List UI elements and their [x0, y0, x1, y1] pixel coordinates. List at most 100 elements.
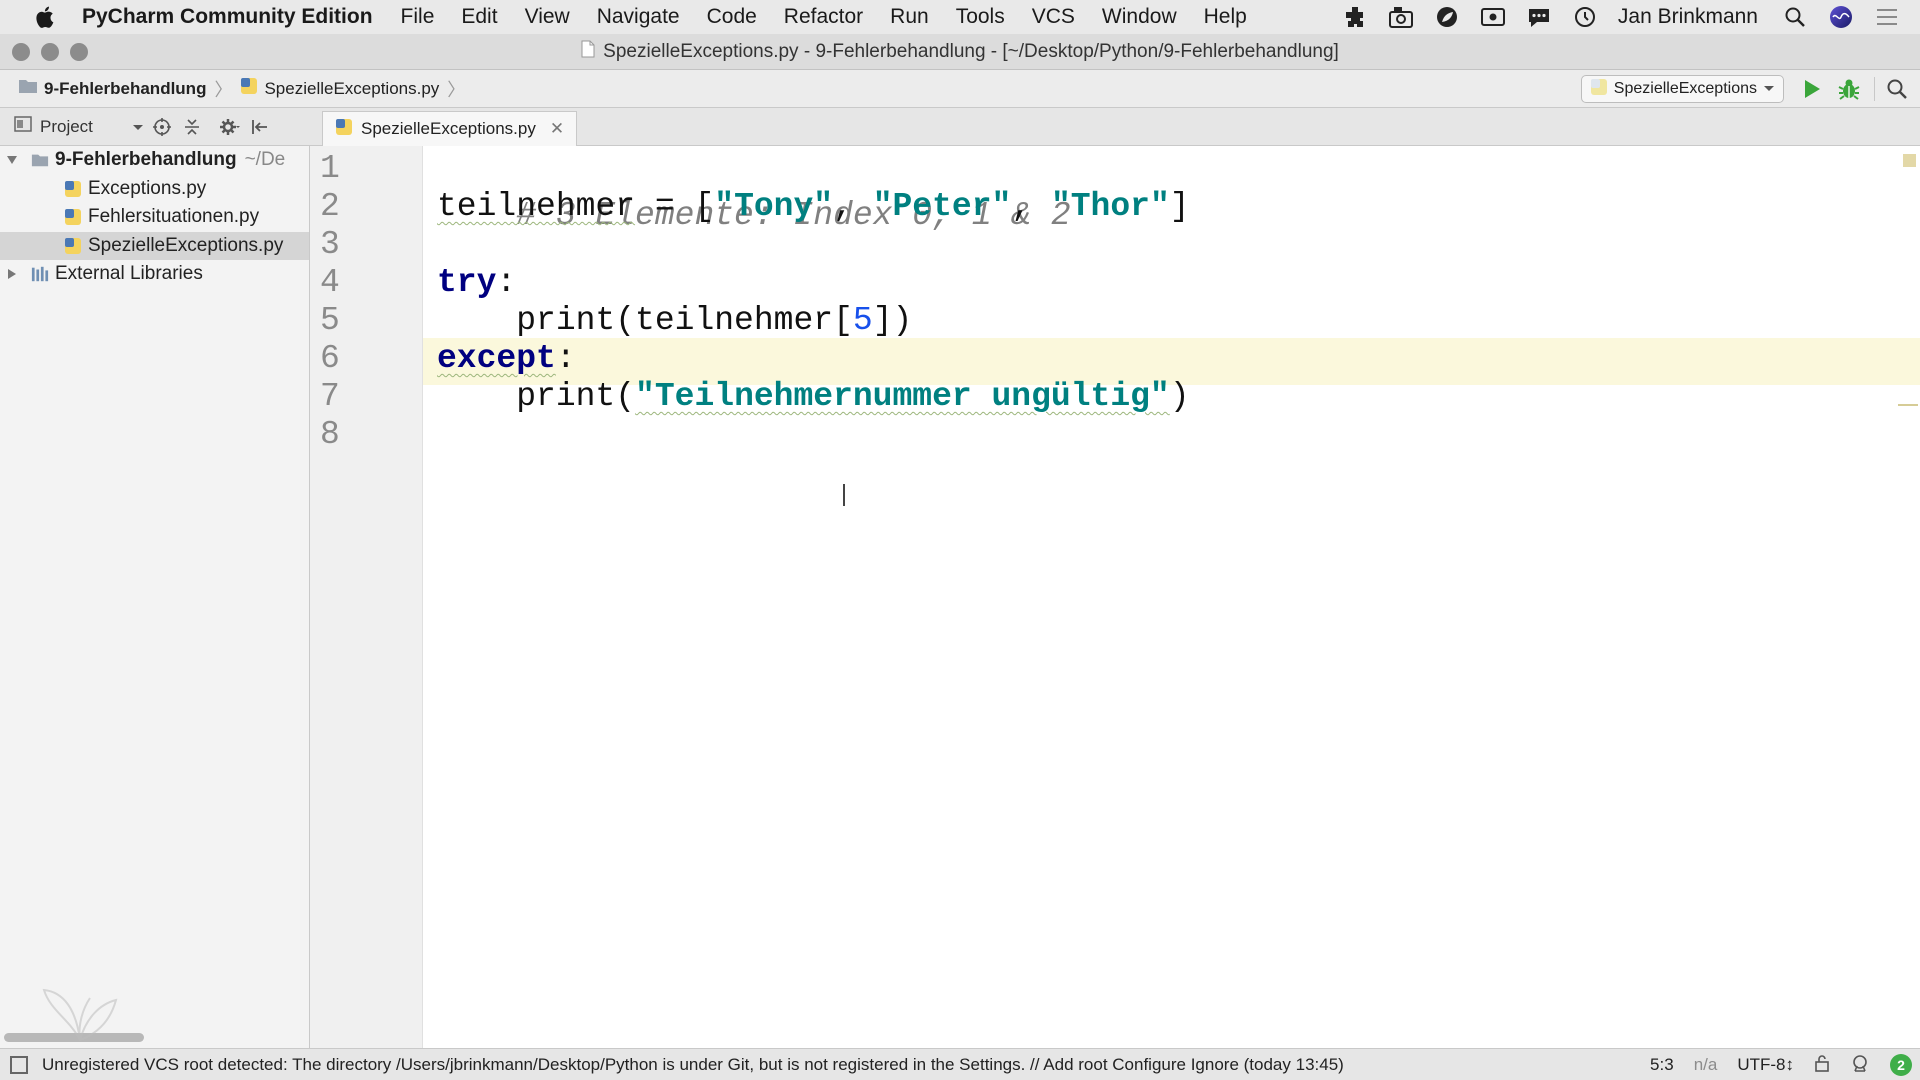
- menu-refactor[interactable]: Refactor: [784, 5, 863, 29]
- python-file-icon: [240, 77, 258, 100]
- run-configuration-selector[interactable]: SpezielleExceptions: [1580, 75, 1784, 103]
- error-stripe-mark[interactable]: [1898, 404, 1918, 406]
- code-punct: ): [1169, 378, 1190, 415]
- butterfly-watermark-icon: [40, 980, 120, 1049]
- menu-edit[interactable]: Edit: [461, 5, 497, 29]
- inspection-status-marker[interactable]: [1903, 154, 1916, 167]
- tree-file-label: Fehlersituationen.py: [88, 206, 260, 228]
- code-keyword: except: [437, 340, 556, 377]
- file-encoding[interactable]: UTF-8↕: [1737, 1055, 1794, 1075]
- code-punct: ,: [1011, 188, 1051, 225]
- menu-vcs[interactable]: VCS: [1032, 5, 1075, 29]
- code-string: "Tony": [714, 188, 834, 225]
- code-call: print(: [437, 378, 636, 415]
- editor-tab-active[interactable]: SpezielleExceptions.py ✕: [322, 111, 578, 146]
- code-keyword: try: [437, 264, 497, 301]
- tree-file-label: SpezielleExceptions.py: [88, 234, 284, 256]
- menu-code[interactable]: Code: [707, 5, 757, 29]
- navigation-bar: 9-Fehlerbehandlung 〉 SpezielleExceptions…: [0, 70, 1920, 108]
- tree-root-label: 9-Fehlerbehandlung: [55, 149, 237, 171]
- python-file-icon: [64, 180, 82, 198]
- collapse-all-icon[interactable]: [180, 115, 204, 139]
- leaf-icon[interactable]: [1434, 4, 1460, 30]
- project-view-icon: [14, 116, 32, 137]
- time-machine-icon[interactable]: [1572, 4, 1598, 30]
- code-string: "Teilnehmernummer ungültig": [635, 378, 1170, 415]
- code-punct: :: [555, 340, 576, 377]
- screen-record-icon[interactable]: [1480, 4, 1506, 30]
- python-file-icon: [64, 208, 82, 226]
- code-identifier: teilnehmer: [437, 188, 636, 225]
- notification-list-icon[interactable]: [1874, 4, 1900, 30]
- inspector-icon[interactable]: [1850, 1053, 1870, 1078]
- run-button[interactable]: [1798, 75, 1826, 103]
- python-file-icon: [335, 118, 353, 141]
- code-operator: = [: [635, 188, 715, 225]
- folder-icon: [31, 151, 49, 169]
- chevron-down-icon: [1763, 80, 1775, 98]
- menu-file[interactable]: File: [401, 5, 435, 29]
- tree-item-external-libraries[interactable]: External Libraries: [0, 260, 309, 289]
- code-editor[interactable]: 1 2 3 4 5 6 7 8 # 3 Elemente: Index 0, 1…: [310, 146, 1920, 1048]
- tool-windows-toggle-icon[interactable]: [10, 1055, 28, 1074]
- window-title-bar: SpezielleExceptions.py - 9-Fehlerbehandl…: [0, 34, 1920, 70]
- code-call: print(teilnehmer[: [437, 302, 853, 339]
- siri-icon[interactable]: [1828, 4, 1854, 30]
- tree-item-file[interactable]: Exceptions.py: [0, 175, 309, 204]
- search-everywhere-button[interactable]: [1883, 75, 1911, 103]
- python-run-config-icon: [1590, 78, 1608, 101]
- library-icon: [31, 265, 49, 283]
- apple-icon[interactable]: [26, 5, 66, 29]
- tree-root-path: ~/De: [244, 149, 286, 171]
- expanded-arrow-icon[interactable]: [5, 155, 19, 165]
- tree-item-file[interactable]: Fehlersituationen.py: [0, 203, 309, 232]
- menu-view[interactable]: View: [525, 5, 570, 29]
- code-punct: ]): [872, 302, 913, 339]
- window-zoom-button[interactable]: [70, 42, 88, 61]
- hide-panel-icon[interactable]: [248, 115, 272, 139]
- gear-icon[interactable]: [218, 115, 242, 139]
- run-configuration-label: SpezielleExceptions: [1613, 80, 1757, 97]
- window-close-button[interactable]: [12, 42, 30, 61]
- menu-navigate[interactable]: Navigate: [597, 5, 680, 29]
- breadcrumb-project[interactable]: 9-Fehlerbehandlung: [14, 78, 210, 99]
- menu-help[interactable]: Help: [1204, 5, 1247, 29]
- menu-window[interactable]: Window: [1102, 5, 1177, 29]
- puzzle-icon[interactable]: [1342, 4, 1368, 30]
- scroll-from-source-icon[interactable]: [150, 115, 174, 139]
- menu-run[interactable]: Run: [890, 5, 929, 29]
- editor-tab-label: SpezielleExceptions.py: [361, 119, 536, 138]
- breadcrumb-separator-icon: 〉: [447, 79, 466, 100]
- code-string: "Thor": [1050, 188, 1170, 225]
- code-line: teilnehmer = ["Tony", "Peter", "Thor"]: [437, 184, 1190, 231]
- project-tool-header: Project: [0, 108, 310, 146]
- tree-item-file-selected[interactable]: SpezielleExceptions.py: [0, 231, 309, 260]
- tree-item-root[interactable]: 9-Fehlerbehandlung ~/De: [0, 146, 309, 175]
- app-name-menu[interactable]: PyCharm Community Edition: [82, 5, 373, 29]
- lock-icon[interactable]: [1814, 1054, 1830, 1077]
- close-icon[interactable]: ✕: [550, 119, 564, 139]
- event-log-badge[interactable]: 2: [1890, 1054, 1912, 1076]
- code-number: 5: [852, 302, 873, 339]
- menu-tools[interactable]: Tools: [956, 5, 1005, 29]
- folder-icon: [18, 78, 38, 99]
- file-icon: [581, 40, 595, 64]
- text-cursor-icon: [843, 484, 845, 506]
- line-number: 8: [320, 416, 340, 453]
- breadcrumb-file[interactable]: SpezielleExceptions.py: [236, 77, 443, 100]
- project-view-selector[interactable]: Project: [14, 116, 144, 137]
- code-string: "Peter": [872, 188, 1012, 225]
- line-separator-indicator[interactable]: n/a: [1694, 1055, 1718, 1075]
- vcs-notification-message[interactable]: Unregistered VCS root detected: The dire…: [42, 1055, 1344, 1075]
- macos-menu-bar: PyCharm Community Edition File Edit View…: [0, 0, 1920, 34]
- spotlight-search-icon[interactable]: [1782, 4, 1808, 30]
- window-minimize-button[interactable]: [41, 42, 59, 61]
- breadcrumb-file-label: SpezielleExceptions.py: [264, 78, 440, 98]
- toolbar-divider: [1874, 77, 1875, 101]
- collapsed-arrow-icon[interactable]: [5, 268, 19, 280]
- user-name[interactable]: Jan Brinkmann: [1618, 5, 1758, 29]
- camera-icon[interactable]: [1388, 4, 1414, 30]
- caret-position[interactable]: 5:3: [1650, 1055, 1674, 1075]
- debug-button[interactable]: [1835, 75, 1863, 103]
- chat-icon[interactable]: [1526, 4, 1552, 30]
